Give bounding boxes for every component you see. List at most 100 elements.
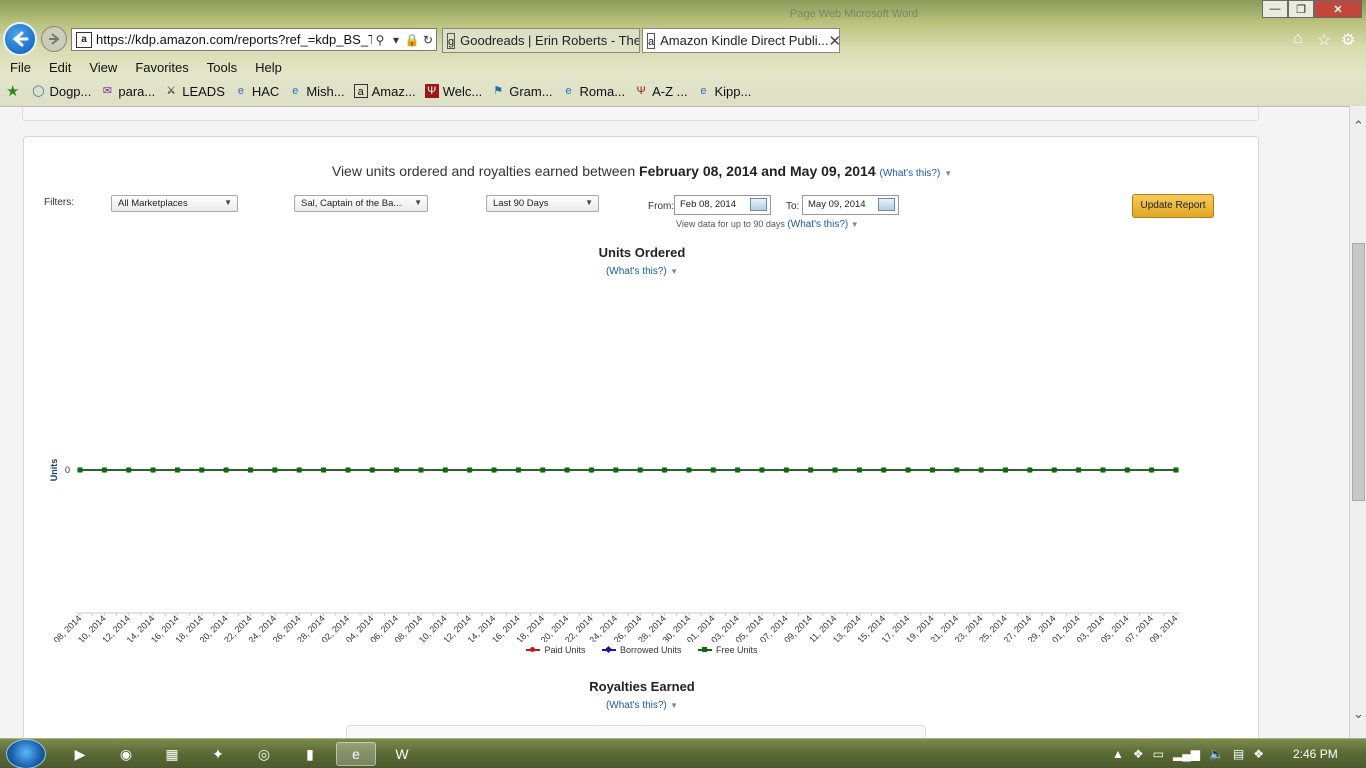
minimize-button[interactable]: — (1262, 0, 1288, 18)
clock[interactable]: 2:46 PM (1293, 747, 1338, 761)
scroll-up-icon[interactable]: ⌃ (1350, 118, 1366, 134)
chrome-icon[interactable]: ◎ (244, 742, 284, 766)
show-hidden-icon[interactable]: ▲ (1112, 747, 1124, 761)
range-select[interactable]: Last 90 Days ▼ (486, 195, 599, 212)
tray-app-icon[interactable]: ❖ (1133, 747, 1144, 761)
internet-explorer-icon[interactable]: e (336, 742, 376, 766)
page-icon: e (565, 85, 572, 97)
dropdown-icon[interactable]: ▾ (388, 33, 404, 47)
search-icon[interactable]: ⚲ (372, 33, 388, 47)
data-point (223, 467, 229, 473)
menu-favorites[interactable]: Favorites (126, 60, 197, 75)
refresh-icon[interactable]: ↻ (420, 33, 436, 47)
dropbox-icon[interactable]: ❖ (1253, 747, 1264, 761)
chevron-down-icon[interactable]: ▼ (670, 267, 678, 276)
whats-this-link[interactable]: (What's this?) (606, 700, 667, 711)
maximize-button[interactable]: ❐ (1288, 0, 1314, 18)
update-report-button[interactable]: Update Report (1132, 194, 1214, 218)
favorite-link[interactable]: e HAC (234, 84, 280, 99)
tab-goodreads[interactable]: g Goodreads | Erin Roberts - The ... (442, 28, 640, 53)
menu-bar: File Edit View Favorites Tools Help (0, 57, 1366, 77)
menu-file[interactable]: File (0, 60, 40, 75)
data-point (881, 467, 887, 473)
end-date: May 09, 2014 (790, 163, 876, 179)
chevron-down-icon[interactable]: ▼ (944, 169, 952, 178)
favorite-link[interactable]: ◯ Dogp... (31, 84, 91, 99)
page-icon: e (292, 85, 299, 97)
favorite-link[interactable]: e Roma... (562, 84, 625, 99)
favorite-link[interactable]: a Amaz... (353, 84, 416, 99)
close-window-button[interactable]: ✕ (1314, 0, 1362, 18)
battery-icon[interactable]: ▭ (1153, 747, 1164, 761)
start-date: February 08, 2014 (639, 163, 758, 179)
close-tab-icon[interactable]: ✕ (828, 32, 839, 50)
data-point (540, 467, 546, 473)
to-date-input[interactable]: May 09, 2014 (802, 195, 899, 215)
favorites-bar: ★ ◯ Dogp... ✉ para... ⚔ LEADS e HAC e Mish...… (0, 80, 1366, 102)
menu-edit[interactable]: Edit (40, 60, 80, 75)
favorite-link[interactable]: ⚑ Gram... (491, 84, 552, 99)
whats-this-link[interactable]: (What's this?) (787, 219, 848, 230)
media-player-icon[interactable]: ▶ (60, 742, 100, 766)
legend-paid-units[interactable]: Paid Units (526, 645, 585, 655)
whats-this-link[interactable]: (What's this?) (606, 266, 667, 277)
data-point (296, 467, 302, 473)
menu-tools[interactable]: Tools (198, 60, 246, 75)
home-icon[interactable]: ⌂ (1293, 30, 1303, 48)
trident-icon: Ψ (636, 85, 646, 97)
address-bar[interactable]: a https://kdp.amazon.com/reports?ref_=kd… (71, 28, 437, 51)
folder-icon[interactable]: ▮ (290, 742, 330, 766)
legend-borrowed-units[interactable]: Borrowed Units (601, 645, 682, 655)
title-select[interactable]: Sal, Captain of the Ba... ▼ (294, 195, 428, 212)
royalties-table (346, 725, 926, 738)
forward-button[interactable] (41, 26, 67, 52)
legend-swatch (526, 647, 541, 652)
volume-muted-icon[interactable]: 🔈 (1209, 747, 1224, 761)
data-point (1003, 467, 1009, 473)
data-point (662, 467, 668, 473)
previous-panel (22, 107, 1259, 121)
favorite-link[interactable]: e Mish... (288, 84, 344, 99)
start-button[interactable] (6, 739, 46, 768)
menu-view[interactable]: View (80, 60, 126, 75)
y-axis-label: Units (49, 459, 59, 482)
to-date-value: May 09, 2014 (808, 199, 866, 210)
legend-free-units[interactable]: Free Units (698, 645, 758, 655)
word-icon[interactable]: W (382, 742, 422, 766)
data-point (613, 467, 619, 473)
trident-icon: Ψ (424, 84, 439, 98)
calculator-icon[interactable]: ▦ (152, 742, 192, 766)
favorite-link[interactable]: Ψ A-Z ... (634, 84, 687, 99)
data-point (467, 467, 473, 473)
back-button[interactable] (3, 22, 37, 56)
favorites-star-icon[interactable]: ☆ (1317, 30, 1331, 50)
whats-this-link[interactable]: (What's this?) (880, 168, 941, 179)
data-point (1051, 467, 1057, 473)
favorite-link[interactable]: Ψ Welc... (424, 84, 482, 99)
tab-kdp[interactable]: a Amazon Kindle Direct Publi... ✕ (642, 28, 840, 53)
app-icon[interactable]: ◉ (106, 742, 146, 766)
signal-icon[interactable]: ▂▄▆ (1173, 747, 1200, 761)
chevron-down-icon[interactable]: ▼ (851, 220, 859, 229)
calendar-icon[interactable] (750, 198, 767, 211)
address-url[interactable]: https://kdp.amazon.com/reports?ref_=kdp_… (96, 32, 372, 47)
vertical-scrollbar[interactable]: ⌃ ⌄ (1349, 106, 1366, 738)
favorite-link[interactable]: ⚔ LEADS (164, 84, 225, 99)
data-point (345, 467, 351, 473)
favorites-star-icon[interactable]: ★ (6, 82, 19, 100)
scroll-down-icon[interactable]: ⌄ (1350, 706, 1366, 722)
chart-legend: Paid Units Borrowed Units Free Units (24, 643, 1260, 655)
network-icon[interactable]: ▤ (1233, 747, 1244, 761)
menu-help[interactable]: Help (246, 60, 291, 75)
report-heading: View units ordered and royalties earned … (24, 163, 1260, 179)
scroll-thumb[interactable] (1352, 243, 1365, 501)
from-date-input[interactable]: Feb 08, 2014 (674, 195, 771, 215)
gear-icon[interactable]: ⚙ (1341, 30, 1355, 50)
marketplace-select[interactable]: All Marketplaces ▼ (111, 195, 238, 212)
tool-icon[interactable]: ✦ (198, 742, 238, 766)
favorite-link[interactable]: ✉ para... (100, 84, 155, 99)
chevron-down-icon[interactable]: ▼ (670, 701, 678, 710)
calendar-icon[interactable] (878, 198, 895, 211)
lock-icon[interactable]: 🔒 (404, 33, 420, 47)
favorite-link[interactable]: e Kipp... (696, 84, 751, 99)
